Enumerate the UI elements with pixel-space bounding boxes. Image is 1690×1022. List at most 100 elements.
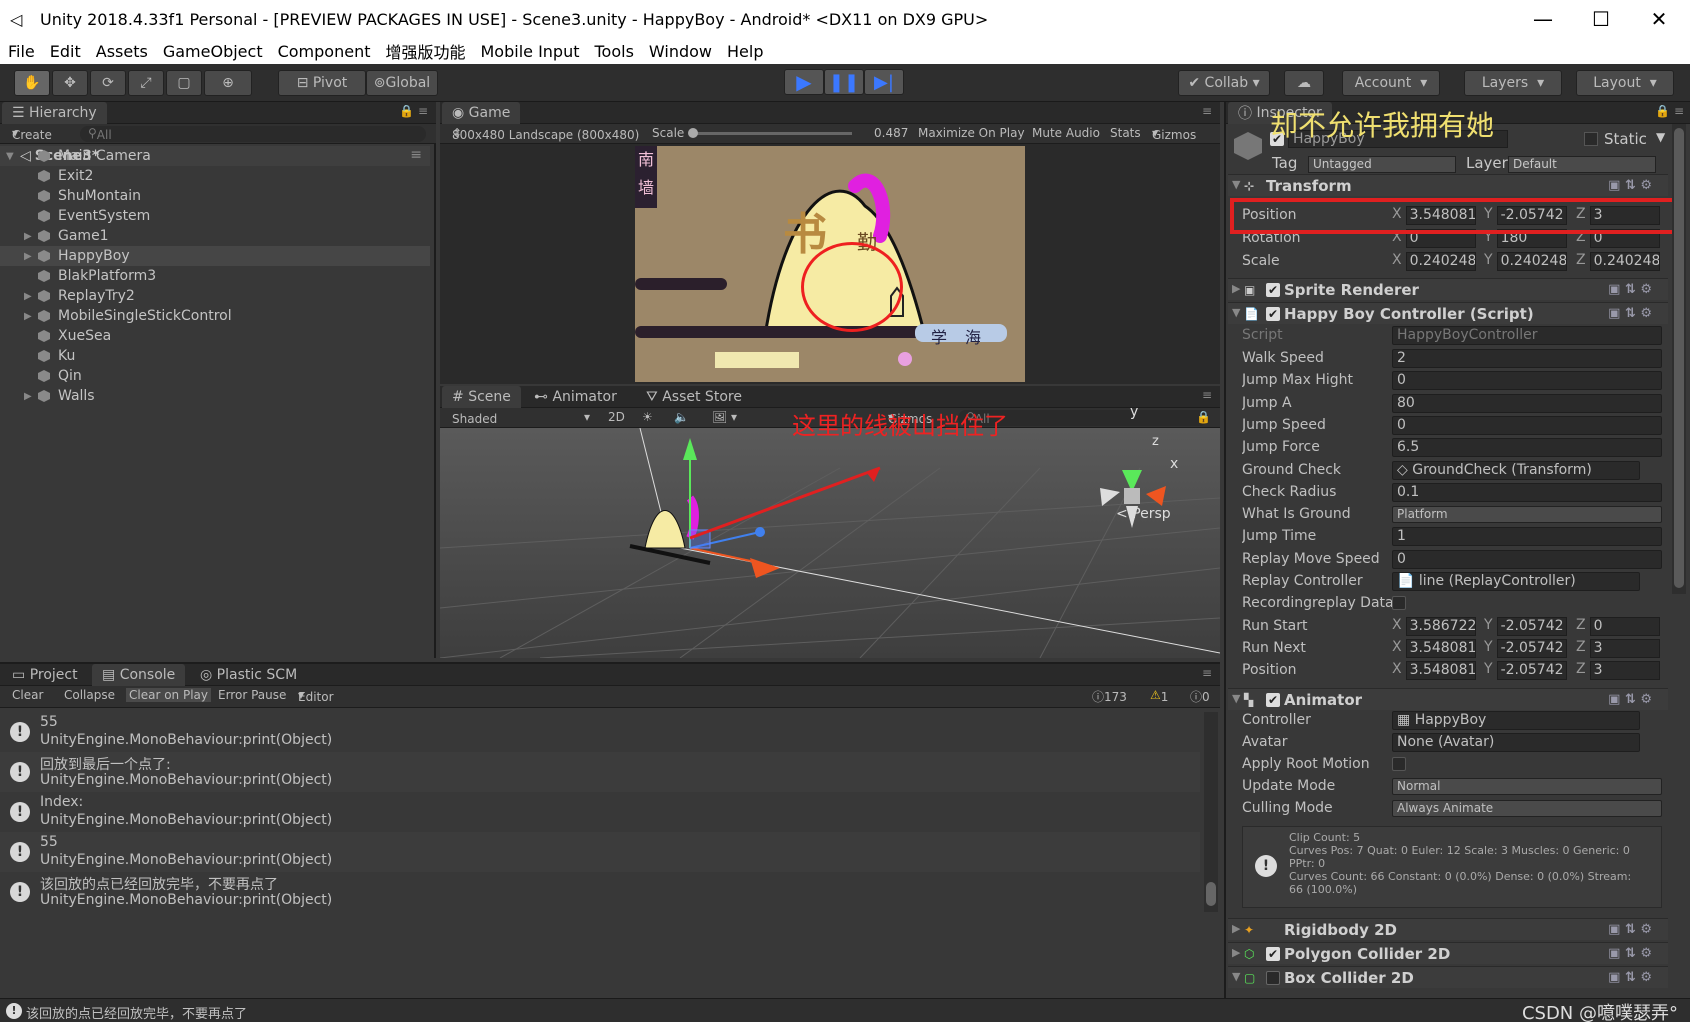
close-button[interactable]: ✕ <box>1630 0 1688 38</box>
run-next-y[interactable]: Y -2.05742 <box>1484 639 1567 658</box>
polygon-collider-header[interactable]: ▶ ⬡ ✔ Polygon Collider 2D ▣ ⇅ ⚙ <box>1228 942 1668 964</box>
field-input[interactable]: 0 <box>1392 371 1662 391</box>
menu-tools[interactable]: Tools <box>595 42 634 61</box>
field-input[interactable]: 📄 line (ReplayController) <box>1392 572 1640 591</box>
hand-tool-icon[interactable]: ✋ <box>14 70 50 96</box>
scale-z[interactable]: Z 0.240248 <box>1576 252 1660 271</box>
hierarchy-search-input[interactable]: ⚲ All <box>80 126 426 142</box>
console-panel-menu-icon[interactable]: ≡ <box>1202 666 1212 680</box>
box-collider-checkbox[interactable] <box>1266 971 1280 985</box>
hierarchy-item[interactable]: ▶ Game1 <box>0 226 430 246</box>
pause-button[interactable]: ❚❚ <box>824 69 864 95</box>
ctrl-position-y-value[interactable]: -2.05742 <box>1496 661 1567 680</box>
run-next-x[interactable]: X 3.548081 <box>1392 639 1476 658</box>
sprite-renderer-arrow-icon[interactable]: ▶ <box>1232 282 1240 295</box>
console-entry[interactable]: ! 回放到最后一个点了: UnityEngine.MonoBehaviour:pri… <box>0 752 1200 792</box>
field-input[interactable]: 1 <box>1392 527 1662 547</box>
game-viewport[interactable]: 南墙 书 勤 学 海 <box>635 146 1025 382</box>
transform-header[interactable]: ▼ ⊹ Transform ▣ ⇅ ⚙ <box>1228 174 1668 196</box>
recording-replay-checkbox[interactable] <box>1392 596 1406 611</box>
run-next-y-value[interactable]: -2.05742 <box>1496 639 1567 658</box>
hierarchy-item[interactable]: ShuMontain <box>0 186 430 206</box>
polygon-arrow-icon[interactable]: ▶ <box>1232 946 1240 959</box>
culling-mode-dropdown[interactable]: Always Animate <box>1392 800 1662 817</box>
global-button[interactable]: ⊚ Global <box>366 70 438 96</box>
expand-arrow-icon[interactable]: ▶ <box>24 291 38 302</box>
animator-checkbox[interactable]: ✔ <box>1266 693 1280 707</box>
polygon-tools-icon[interactable]: ▣ ⇅ ⚙ <box>1608 946 1652 961</box>
hierarchy-item[interactable]: EventSystem <box>0 206 430 226</box>
menu-edit[interactable]: Edit <box>50 42 81 61</box>
2d-toggle[interactable]: 2D <box>608 410 625 424</box>
resolution-dropdown[interactable]: 800x480 Landscape (800x480) ⇕ <box>452 126 639 142</box>
sprite-renderer-tools-icon[interactable]: ▣ ⇅ ⚙ <box>1608 282 1652 297</box>
stats-toggle[interactable]: Stats <box>1110 126 1141 140</box>
run-start-z-value[interactable]: 0 <box>1589 617 1660 636</box>
tab-asset-store[interactable]: ⛛ Asset Store <box>636 386 752 408</box>
box-tools-icon[interactable]: ▣ ⇅ ⚙ <box>1608 970 1652 985</box>
mute-audio-toggle[interactable]: Mute Audio <box>1032 126 1100 140</box>
scale-x-value[interactable]: 0.240248 <box>1405 252 1476 271</box>
scale-y-value[interactable]: 0.240248 <box>1496 252 1567 271</box>
tag-dropdown[interactable]: Untagged <box>1308 156 1456 173</box>
run-next-z[interactable]: Z3 <box>1576 639 1660 658</box>
menu-gameobject[interactable]: GameObject <box>163 42 263 61</box>
layers-button[interactable]: Layers ▾ <box>1464 70 1562 96</box>
clear-on-play-button[interactable]: Clear on Play <box>126 688 211 702</box>
apply-root-motion-checkbox[interactable] <box>1392 757 1406 771</box>
controller-arrow-icon[interactable]: ▼ <box>1232 306 1240 319</box>
hierarchy-item[interactable]: BlakPlatform3 <box>0 266 430 286</box>
inspector-scrollbar[interactable] <box>1672 124 1686 594</box>
create-dropdown[interactable]: Create ▾ <box>12 126 52 142</box>
field-input[interactable]: 0.1 <box>1392 482 1662 502</box>
field-input[interactable]: 0 <box>1392 549 1662 569</box>
hierarchy-item[interactable]: Exit2 <box>0 166 430 186</box>
tab-console[interactable]: ▤ Console <box>92 664 186 686</box>
scale-z-value[interactable]: 0.240248 <box>1589 252 1660 271</box>
scale-x[interactable]: X 0.240248 <box>1392 252 1476 271</box>
tab-project[interactable]: ▭ Project <box>2 664 88 686</box>
component-tools-icon[interactable]: ▣ ⇅ ⚙ <box>1608 178 1652 193</box>
animator-controller-field[interactable]: ▦ HappyBoy <box>1392 711 1640 730</box>
sprite-renderer-checkbox[interactable]: ✔ <box>1266 283 1280 297</box>
pivot-button[interactable]: ⊟ Pivot <box>278 70 366 96</box>
hierarchy-item[interactable]: XueSea <box>0 326 430 346</box>
error-count-toggle[interactable]: ⓘ 0 <box>1190 688 1210 705</box>
hierarchy-item[interactable]: Main Camera <box>0 146 430 166</box>
info-count-toggle[interactable]: ⓘ 173 <box>1092 688 1127 705</box>
controller-checkbox[interactable]: ✔ <box>1266 307 1280 321</box>
run-next-x-value[interactable]: 3.548081 <box>1405 639 1476 658</box>
run-start-y-value[interactable]: -2.05742 <box>1496 617 1567 636</box>
expand-arrow-icon[interactable]: ▶ <box>24 391 38 402</box>
error-pause-button[interactable]: Error Pause <box>218 688 286 702</box>
clear-button[interactable]: Clear <box>12 688 43 702</box>
menu-component[interactable]: Component <box>278 42 371 61</box>
menu-window[interactable]: Window <box>649 42 712 61</box>
console-scrollbar[interactable] <box>1204 712 1218 912</box>
static-checkbox[interactable] <box>1584 132 1598 146</box>
move-tool-icon[interactable]: ✥ <box>52 70 88 96</box>
static-dropdown-arrow-icon[interactable]: ▼ <box>1656 130 1665 144</box>
scene-viewport[interactable] <box>440 428 1220 658</box>
hierarchy-item[interactable]: ▶ MobileSingleStickControl <box>0 306 430 326</box>
scale-slider[interactable] <box>692 132 852 135</box>
ctrl-position-x[interactable]: X 3.548081 <box>1392 661 1476 680</box>
animator-header[interactable]: ▼ ▚ ✔ Animator ▣ ⇅ ⚙ <box>1228 688 1668 710</box>
hierarchy-item[interactable]: ▶ Walls <box>0 386 430 406</box>
persp-label[interactable]: < Persp <box>1116 506 1171 522</box>
hierarchy-item[interactable]: ▶ HappyBoy <box>0 246 430 266</box>
maximize-on-play-toggle[interactable]: Maximize On Play <box>918 126 1025 140</box>
run-next-z-value[interactable]: 3 <box>1589 639 1660 658</box>
expand-arrow-icon[interactable]: ▶ <box>24 311 38 322</box>
hierarchy-item[interactable]: ▶ ReplayTry2 <box>0 286 430 306</box>
transform-arrow-icon[interactable]: ▼ <box>1232 178 1240 191</box>
menu-assets[interactable]: Assets <box>96 42 148 61</box>
transform-tool-icon[interactable]: ⊕ <box>204 70 252 96</box>
console-scrollbar-thumb[interactable] <box>1206 882 1216 906</box>
what-is-ground-dropdown[interactable]: Platform <box>1392 506 1662 524</box>
scene-lock-icon[interactable]: 🔒 <box>1196 410 1211 424</box>
menu-enhanced[interactable]: 增强版功能 <box>385 39 465 63</box>
inspector-menu-icon[interactable]: 🔒 ≡ <box>1655 104 1684 118</box>
panel-menu-icon[interactable]: 🔒 ≡ <box>399 104 428 118</box>
ctrl-position-z[interactable]: Z3 <box>1576 661 1660 680</box>
